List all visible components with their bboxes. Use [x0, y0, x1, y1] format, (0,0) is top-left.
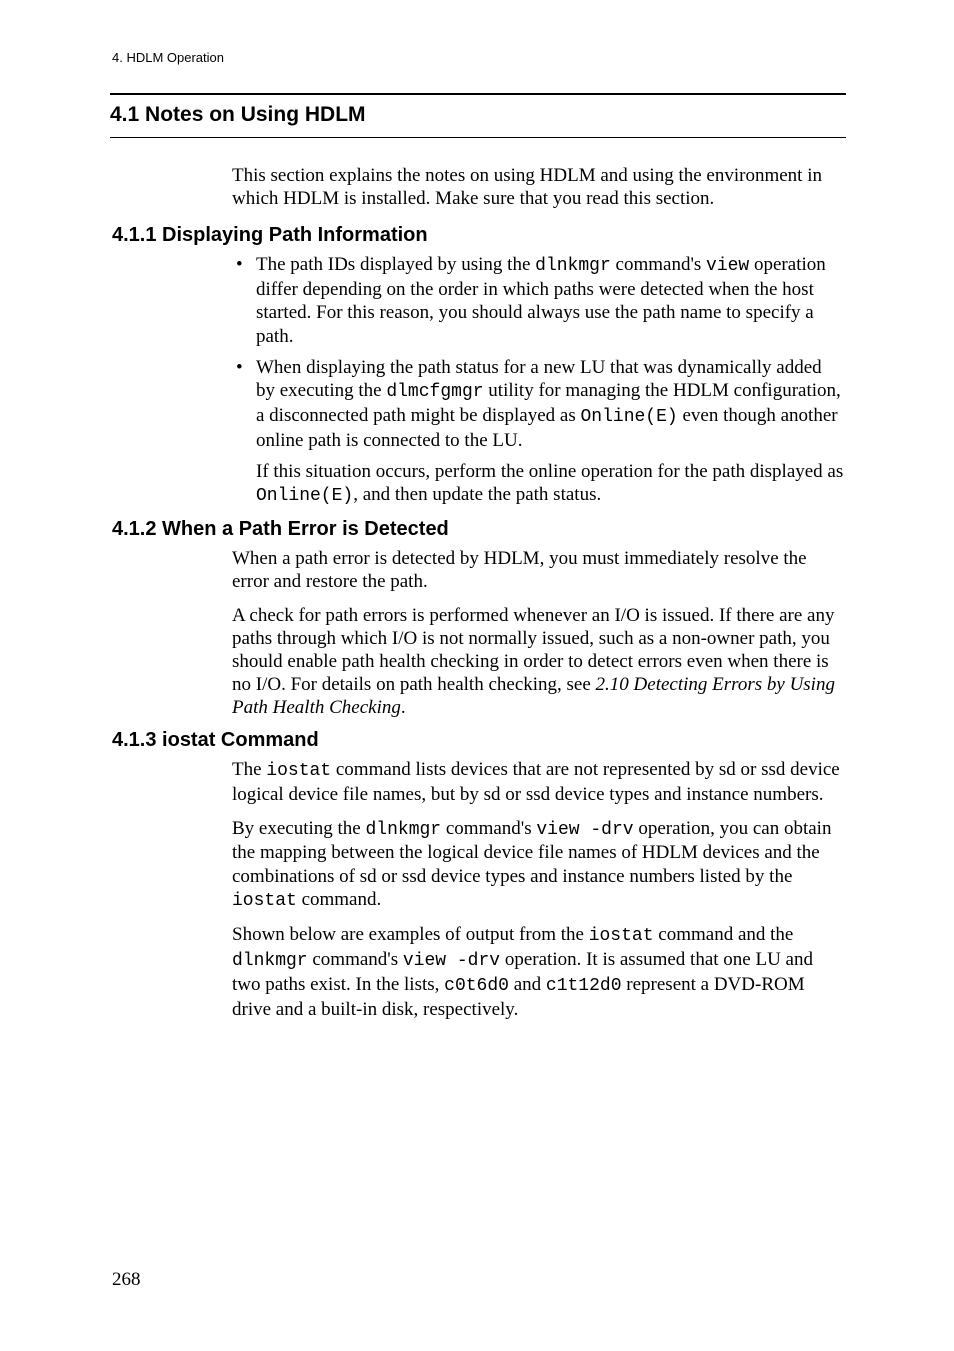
paragraph: A check for path errors is performed whe… — [232, 604, 844, 720]
list-item: When displaying the path status for a ne… — [232, 356, 844, 452]
code-text: dlnkmgr — [535, 256, 611, 276]
paragraph: By executing the dlnkmgr command's view … — [232, 817, 844, 913]
subsection-heading: 4.1.1 Displaying Path Information — [112, 224, 844, 247]
sub-paragraph: If this situation occurs, perform the on… — [256, 460, 844, 508]
subsection-heading: 4.1.3 iostat Command — [112, 729, 844, 752]
code-text: dlmcfgmgr — [386, 382, 483, 402]
code-text: iostat — [232, 891, 297, 911]
subsection-heading: 4.1.2 When a Path Error is Detected — [112, 518, 844, 541]
section-heading: 4.1 Notes on Using HDLM — [110, 103, 846, 127]
text: By executing the — [232, 818, 366, 839]
code-text: Online(E) — [581, 407, 678, 427]
page-number: 268 — [112, 1269, 141, 1291]
text: The path IDs displayed by using the — [256, 254, 535, 275]
code-text: Online(E) — [256, 486, 353, 506]
code-text: iostat — [589, 926, 654, 946]
text: command's — [441, 818, 536, 839]
text: and — [509, 974, 546, 995]
paragraph: The iostat command lists devices that ar… — [232, 758, 844, 806]
text: command. — [297, 889, 381, 910]
text: Shown below are examples of output from … — [232, 924, 589, 945]
paragraph: When a path error is detected by HDLM, y… — [232, 547, 844, 593]
code-text: c0t6d0 — [444, 976, 509, 996]
text: The — [232, 759, 266, 780]
text: , and then update the path status. — [353, 484, 601, 505]
text: command and the — [654, 924, 794, 945]
body-block: The iostat command lists devices that ar… — [232, 758, 844, 1020]
page: 4. HDLM Operation 4.1 Notes on Using HDL… — [0, 0, 954, 1351]
code-text: dlnkmgr — [366, 820, 442, 840]
text: command's — [308, 949, 403, 970]
body-block: When a path error is detected by HDLM, y… — [232, 547, 844, 719]
code-text: view -drv — [403, 951, 500, 971]
section-heading-rule: 4.1 Notes on Using HDLM — [110, 93, 846, 138]
code-text: dlnkmgr — [232, 951, 308, 971]
text: command's — [611, 254, 706, 275]
intro-paragraph: This section explains the notes on using… — [232, 164, 844, 210]
bullet-list: The path IDs displayed by using the dlnk… — [232, 253, 844, 452]
text: If this situation occurs, perform the on… — [256, 461, 843, 482]
code-text: view -drv — [536, 820, 633, 840]
text: . — [401, 697, 406, 718]
running-header: 4. HDLM Operation — [112, 50, 844, 65]
paragraph: Shown below are examples of output from … — [232, 923, 844, 1021]
list-item: The path IDs displayed by using the dlnk… — [232, 253, 844, 347]
code-text: c1t12d0 — [546, 976, 622, 996]
code-text: iostat — [266, 761, 331, 781]
code-text: view — [706, 256, 749, 276]
